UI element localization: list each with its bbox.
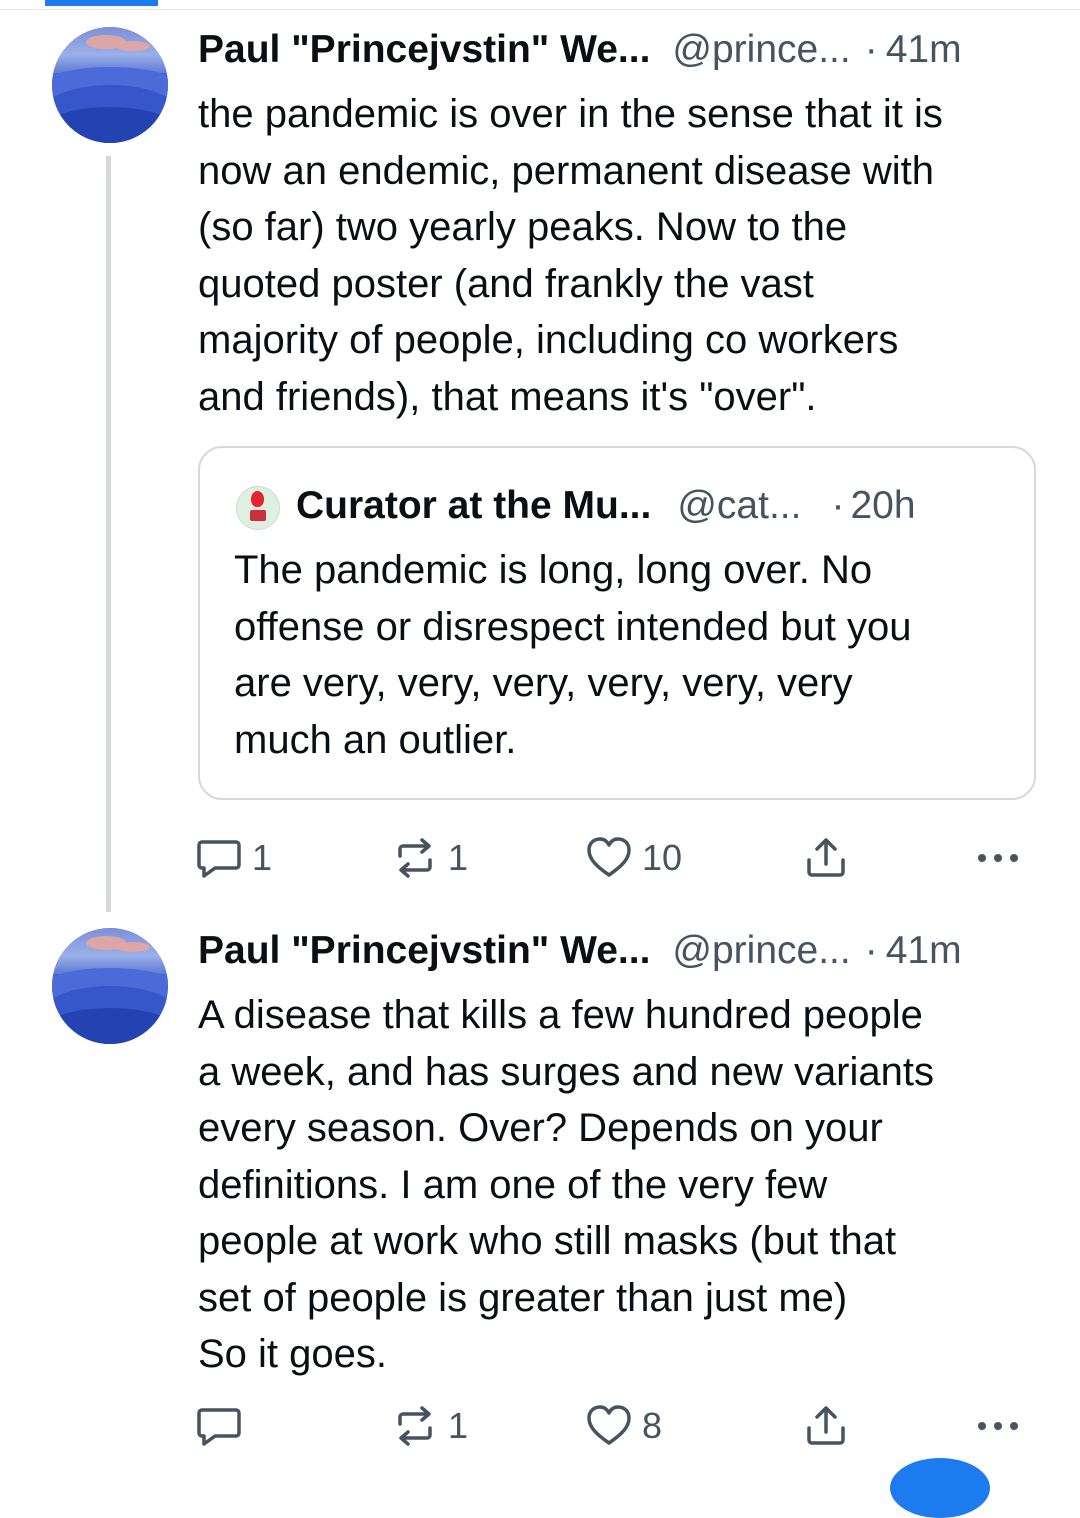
heart-icon bbox=[587, 837, 631, 877]
heart-icon bbox=[587, 1405, 631, 1445]
more-options-button[interactable] bbox=[974, 833, 1022, 883]
like-count: 8 bbox=[642, 1405, 663, 1446]
author-handle[interactable]: @prince... bbox=[672, 28, 850, 71]
separator-dot: · bbox=[864, 929, 878, 972]
post-time[interactable]: 41m bbox=[886, 28, 962, 71]
like-button[interactable]: 8 bbox=[586, 1401, 662, 1451]
reply-button[interactable]: 1 bbox=[196, 833, 272, 883]
thread-connector-line bbox=[106, 156, 111, 912]
reply-button[interactable] bbox=[196, 1401, 252, 1451]
speech-bubble-icon bbox=[197, 1408, 241, 1446]
author-name[interactable]: Paul "Princejvstin" We... bbox=[198, 929, 650, 972]
avatar[interactable] bbox=[52, 27, 168, 143]
share-upload-icon bbox=[807, 1406, 845, 1445]
repost-button[interactable]: 1 bbox=[392, 1401, 468, 1451]
top-border bbox=[0, 0, 1080, 10]
avatar[interactable] bbox=[52, 928, 168, 1044]
repost-arrows-icon bbox=[398, 838, 432, 878]
like-button[interactable]: 10 bbox=[586, 833, 682, 883]
ellipsis-icon bbox=[978, 1422, 1018, 1430]
share-upload-icon bbox=[807, 838, 845, 877]
author-handle[interactable]: @prince... bbox=[672, 929, 850, 972]
ellipsis-icon bbox=[978, 854, 1018, 862]
share-button[interactable] bbox=[804, 1401, 848, 1451]
more-options-button[interactable] bbox=[974, 1401, 1022, 1451]
post-header: Paul "Princejvstin" We... @prince... · 41m bbox=[198, 927, 962, 975]
post-header: Paul "Princejvstin" We... @prince... · 41m bbox=[198, 26, 962, 74]
repost-arrows-icon bbox=[398, 1406, 432, 1446]
post-time[interactable]: 41m bbox=[886, 929, 962, 972]
repost-count: 1 bbox=[448, 837, 469, 878]
repost-button[interactable]: 1 bbox=[392, 833, 468, 883]
repost-count: 1 bbox=[448, 1405, 469, 1446]
active-tab-indicator bbox=[45, 0, 158, 6]
post-actions: 1 1 10 bbox=[0, 833, 1080, 883]
separator-dot: · bbox=[831, 484, 845, 527]
post-text: A disease that kills a few hundred peopl… bbox=[198, 993, 934, 1376]
quote-author-name: Curator at the Mu... bbox=[296, 484, 652, 527]
quote-time: 20h bbox=[850, 484, 916, 527]
reply-count: 1 bbox=[252, 837, 273, 878]
quote-text: The pandemic is long, long over. No offe… bbox=[234, 548, 912, 762]
quoted-post[interactable]: Curator at the Mu... @cat... · 20h The pand… bbox=[198, 446, 1036, 800]
quote-header: Curator at the Mu... @cat... · 20h bbox=[296, 482, 916, 530]
quote-author-handle: @cat... bbox=[677, 484, 802, 527]
quote-avatar bbox=[236, 486, 280, 530]
compose-fab[interactable] bbox=[890, 1458, 990, 1518]
post-text: the pandemic is over in the sense that i… bbox=[198, 92, 943, 419]
author-name[interactable]: Paul "Princejvstin" We... bbox=[198, 28, 650, 71]
post-actions: 1 8 bbox=[0, 1401, 1080, 1451]
speech-bubble-icon bbox=[197, 840, 241, 878]
separator-dot: · bbox=[864, 28, 878, 71]
share-button[interactable] bbox=[804, 833, 848, 883]
like-count: 10 bbox=[642, 837, 683, 878]
